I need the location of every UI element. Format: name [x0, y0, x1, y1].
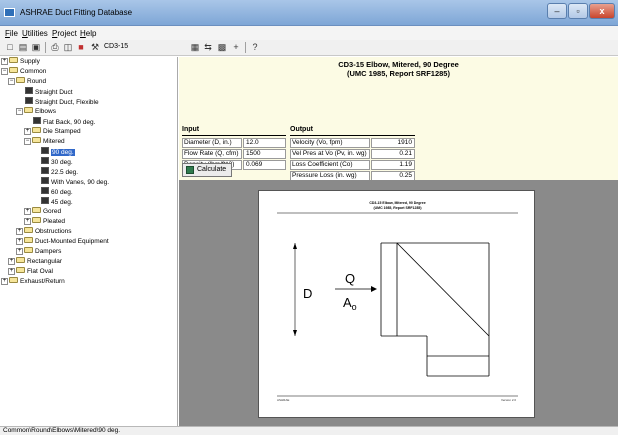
tree-node-mitered[interactable]: − Mitered	[24, 137, 65, 147]
flow-rate-label: Flow Rate (Q, cfm)	[182, 149, 242, 159]
output-heading: Output	[290, 126, 313, 133]
tree-node-straight-duct-flexible[interactable]: Straight Duct, Flexible	[25, 97, 99, 107]
velocity-label: Velocity (Vo, fpm)	[290, 138, 370, 148]
fitting-tree: + Supply − Common − Round Straight Duct Str…	[0, 57, 178, 426]
image-icon[interactable]: ▦	[188, 41, 202, 54]
menu-utilities[interactable]: Utilities	[22, 29, 48, 38]
calculate-button[interactable]: Calculate	[182, 163, 232, 177]
tree-node-elbows[interactable]: − Elbows	[16, 107, 56, 117]
tree-node-supply[interactable]: + Supply	[1, 57, 40, 67]
add-icon[interactable]: +	[229, 41, 243, 54]
flow-rate-input[interactable]: 1500	[243, 149, 286, 159]
minimize-button[interactable]: –	[547, 3, 567, 19]
flow-symbol: Q	[345, 271, 356, 286]
diameter-input[interactable]: 12.0	[243, 138, 286, 148]
fitting-subtitle: (UMC 1985, Report SRF1285)	[347, 69, 450, 78]
diameter-label: Diameter (D, in.)	[182, 138, 242, 148]
tree-node-rectangular[interactable]: + Rectangular	[8, 257, 62, 267]
print-preview-icon[interactable]: ◫	[61, 41, 75, 54]
print-icon[interactable]: ⎙	[48, 41, 62, 54]
tree-node-straight-duct[interactable]: Straight Duct	[25, 87, 73, 97]
menu-project[interactable]: Project	[52, 29, 77, 38]
tree-node-30-deg[interactable]: 30 deg.	[41, 157, 73, 167]
tools-icon[interactable]: ⚒	[88, 41, 102, 54]
tree-node-die-stamped[interactable]: + Die Stamped	[24, 127, 81, 137]
tree-node-flat-back[interactable]: Flat Back, 90 deg.	[33, 117, 95, 127]
diagram-page: CD3-15 Elbow, Mitered, 90 Degree (UMC 19…	[258, 190, 535, 418]
density-input[interactable]: 0.069	[243, 160, 286, 170]
menu-bar: File Utilities Project Help	[0, 26, 618, 40]
new-file-icon[interactable]: □	[3, 41, 17, 54]
tree-node-gored[interactable]: + Gored	[24, 207, 61, 217]
elbow-diagram	[277, 212, 518, 397]
menu-help[interactable]: Help	[80, 29, 96, 38]
loss-coefficient-value: 1.19	[371, 160, 415, 170]
tree-node-with-vanes[interactable]: With Vanes, 90 deg.	[41, 177, 109, 187]
tree-node-round[interactable]: − Round	[8, 77, 46, 87]
tree-node-60-deg[interactable]: 60 deg.	[41, 187, 73, 197]
tree-node-dampers[interactable]: + Dampers	[16, 247, 61, 257]
menu-file[interactable]: File	[5, 29, 18, 38]
status-bar: Common\Round\Elbows\Mitered\90 deg.	[0, 426, 618, 435]
vel-pres-label: Vel Pres at Vo (Pv, in. wg)	[290, 149, 370, 159]
velocity-value: 1910	[371, 138, 415, 148]
tree-node-45-deg[interactable]: 45 deg.	[41, 197, 73, 207]
toolbar: □ ▤ ▣ ⎙ ◫ ■ ⚒ CD3-15 ▦ ⇆ ▩ + ?	[0, 40, 618, 56]
table-icon[interactable]: ▩	[215, 41, 229, 54]
help-icon[interactable]: ?	[248, 41, 262, 54]
diagram-footer-left: ASHRAE	[277, 398, 290, 402]
close-button[interactable]: x	[589, 3, 615, 19]
diameter-symbol: D	[303, 286, 313, 301]
link-icon[interactable]: ⇆	[201, 41, 215, 54]
tree-node-flat-oval[interactable]: + Flat Oval	[8, 267, 53, 277]
fitting-title: CD3-15 Elbow, Mitered, 90 Degree	[338, 60, 459, 69]
diagram-footer-right: Version 2.0	[500, 398, 516, 402]
title-bar: ASHRAE Duct Fitting Database – ▫ x	[0, 0, 618, 26]
fitting-code-label: CD3-15	[104, 43, 129, 50]
maximize-button[interactable]: ▫	[568, 3, 588, 19]
open-folder-icon[interactable]: ▤	[16, 41, 30, 54]
window-title: ASHRAE Duct Fitting Database	[20, 8, 133, 17]
tree-node-22-5-deg[interactable]: 22.5 deg.	[41, 167, 78, 177]
tree-node-common[interactable]: − Common	[1, 67, 46, 77]
tree-node-exhaust-return[interactable]: + Exhaust/Return	[1, 277, 65, 287]
tree-node-obstructions[interactable]: + Obstructions	[16, 227, 72, 237]
loss-coefficient-label: Loss Coefficient (Co)	[290, 160, 370, 170]
tree-node-duct-mounted[interactable]: + Duct-Mounted Equipment	[16, 237, 109, 247]
pdf-icon[interactable]: ■	[74, 41, 88, 54]
save-icon[interactable]: ▣	[29, 41, 43, 54]
input-heading: Input	[182, 126, 200, 133]
vel-pres-value: 0.21	[371, 149, 415, 159]
tree-node-90-deg[interactable]: 90 deg.	[41, 147, 75, 157]
tree-node-pleated[interactable]: + Pleated	[24, 217, 65, 227]
area-symbol: Ao	[343, 295, 357, 312]
calculator-icon	[186, 166, 194, 174]
app-icon	[4, 8, 15, 17]
